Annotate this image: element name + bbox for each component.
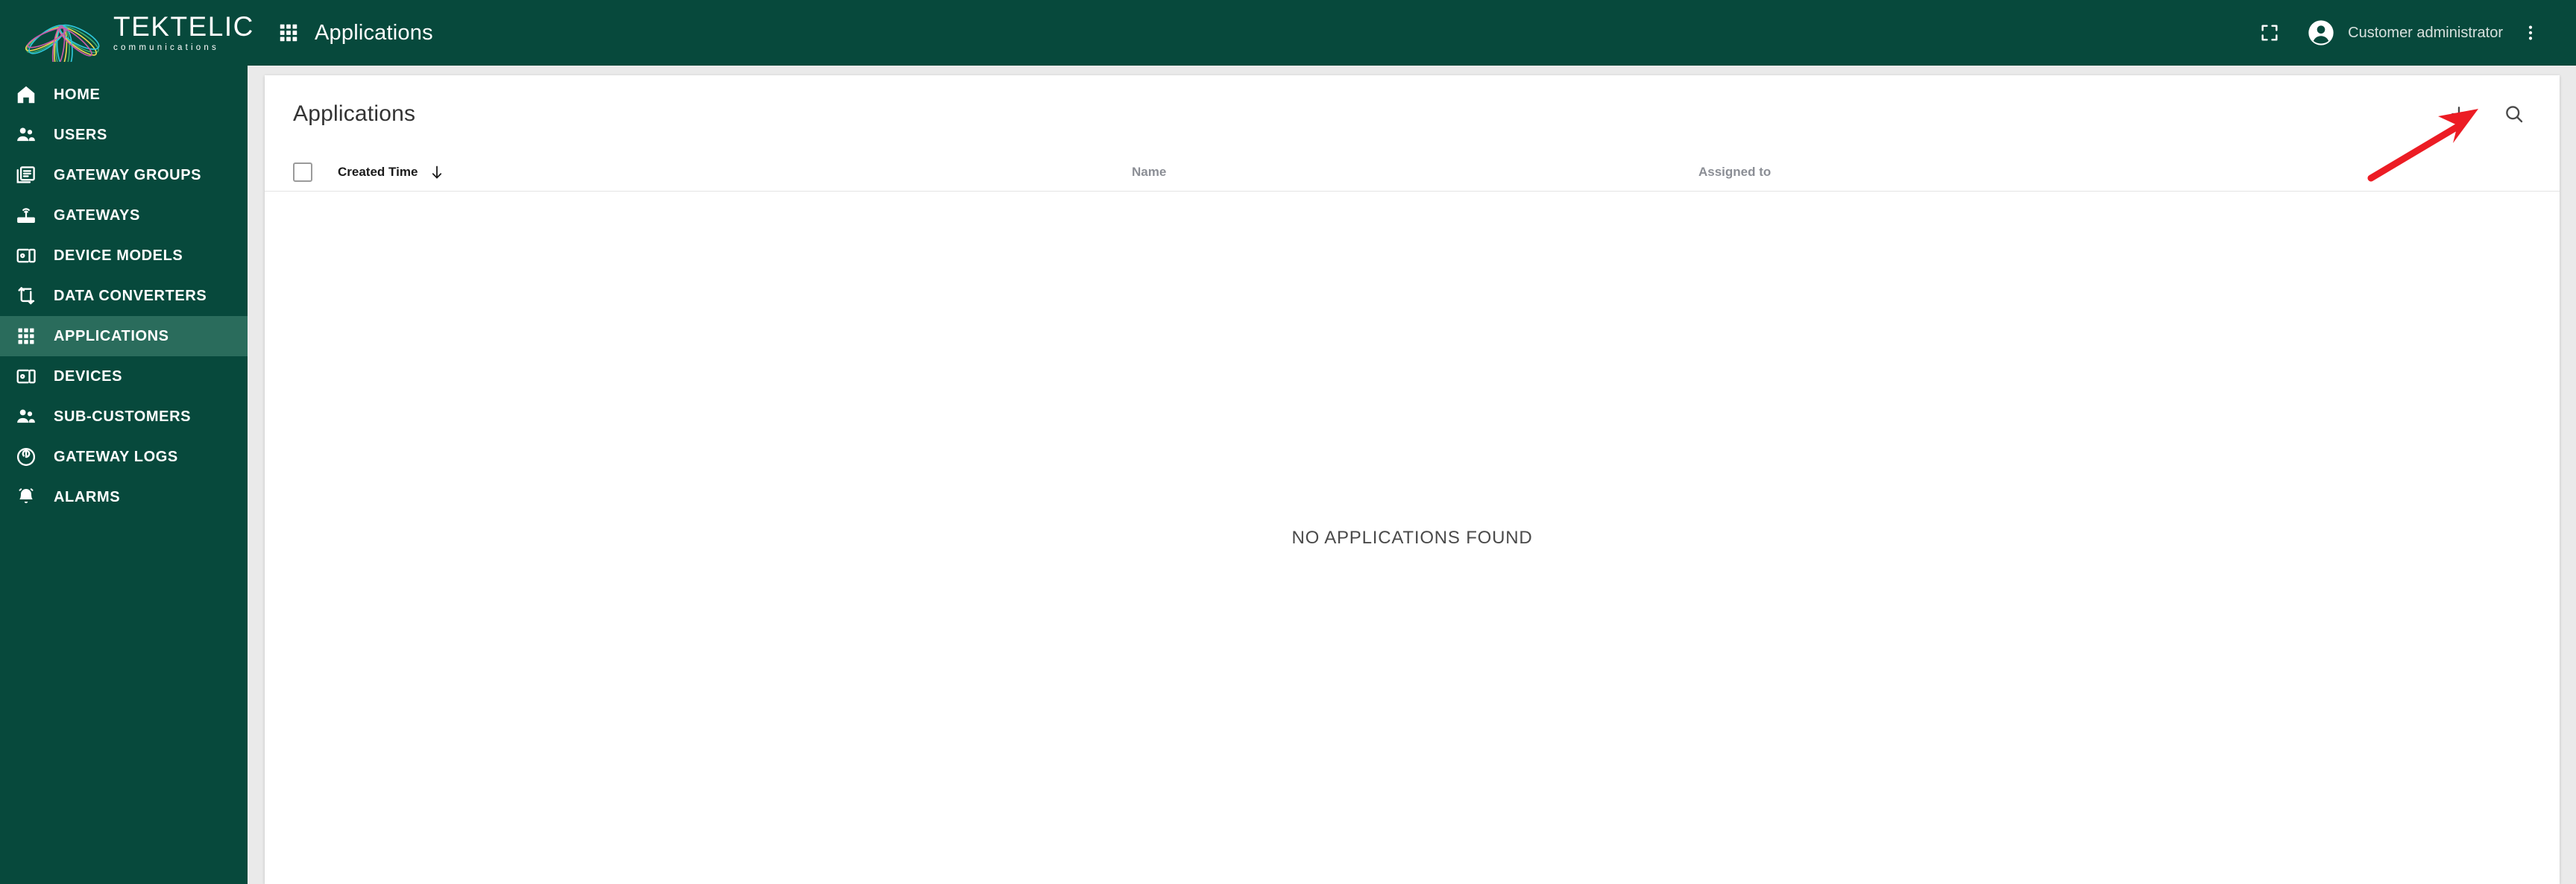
device-model-icon	[13, 243, 39, 268]
user-name: Customer administrator	[2348, 24, 2503, 41]
add-application-button[interactable]	[2442, 97, 2476, 131]
bell-icon	[13, 484, 39, 510]
application-window: TEKTELIC communications HOME USERS GATEW…	[0, 0, 2576, 884]
empty-state: NO APPLICATIONS FOUND	[265, 192, 2560, 884]
plus-icon	[2451, 107, 2466, 121]
column-label: Created Time	[338, 164, 418, 179]
sidebar: TEKTELIC communications HOME USERS GATEW…	[0, 0, 253, 884]
sidebar-item-label: HOME	[54, 86, 101, 103]
column-label: Name	[1132, 164, 1167, 179]
more-vertical-icon	[2528, 25, 2533, 40]
card-title: Applications	[293, 101, 416, 126]
sidebar-item-devices[interactable]: DEVICES	[0, 356, 248, 397]
search-icon	[2506, 106, 2523, 123]
gateway-logs-icon	[13, 444, 39, 470]
fullscreen-button[interactable]	[2246, 10, 2293, 56]
sidebar-item-label: USERS	[54, 126, 107, 143]
tektelic-trefoil-logo	[25, 24, 100, 62]
data-converter-icon	[13, 283, 39, 309]
column-header-assigned-to[interactable]: Assigned to	[1698, 165, 2531, 180]
applications-card: Applications Created Time Name Assigned …	[265, 75, 2560, 884]
select-all-cell	[293, 162, 338, 182]
user-menu[interactable]: Customer administrator	[2293, 18, 2507, 48]
sidebar-item-label: APPLICATIONS	[54, 327, 169, 344]
sidebar-item-label: GATEWAYS	[54, 206, 140, 224]
sidebar-item-gateway-logs[interactable]: GATEWAY LOGS	[0, 437, 248, 477]
brand-name: TEKTELIC	[113, 11, 254, 42]
search-button[interactable]	[2497, 97, 2531, 131]
sidebar-item-home[interactable]: HOME	[0, 75, 248, 115]
column-header-name[interactable]: Name	[1132, 165, 1698, 180]
sidebar-item-device-models[interactable]: DEVICE MODELS	[0, 236, 248, 276]
brand-logo-block[interactable]: TEKTELIC communications	[0, 0, 253, 66]
topbar-actions: Customer administrator	[2246, 10, 2576, 56]
select-all-checkbox[interactable]	[293, 162, 312, 182]
card-actions	[2442, 97, 2531, 131]
account-circle-icon	[2308, 20, 2334, 45]
sidebar-item-label: GATEWAY LOGS	[54, 448, 178, 465]
sidebar-item-label: SUB-CUSTOMERS	[54, 408, 192, 425]
sort-descending-icon	[432, 165, 442, 178]
column-header-created-time[interactable]: Created Time	[338, 163, 1132, 181]
sidebar-item-users[interactable]: USERS	[0, 115, 248, 155]
column-label: Assigned to	[1698, 164, 1772, 179]
page-title: Applications	[315, 20, 433, 45]
sidebar-item-gateways[interactable]: GATEWAYS	[0, 195, 248, 236]
sidebar-item-label: GATEWAY GROUPS	[54, 166, 202, 183]
gateway-groups-icon	[13, 162, 39, 188]
apps-grid-icon	[280, 24, 297, 42]
home-icon	[13, 82, 39, 107]
sidebar-item-label: DEVICES	[54, 367, 123, 385]
sidebar-item-applications[interactable]: APPLICATIONS	[0, 316, 248, 356]
sub-customers-icon	[13, 404, 39, 429]
sidebar-item-gateway-groups[interactable]: GATEWAY GROUPS	[0, 155, 248, 195]
sidebar-nav: HOME USERS GATEWAY GROUPS GATEWAYS DEVIC…	[0, 75, 248, 517]
sidebar-item-data-converters[interactable]: DATA CONVERTERS	[0, 276, 248, 316]
sidebar-item-alarms[interactable]: ALARMS	[0, 477, 248, 517]
users-icon	[13, 122, 39, 148]
sidebar-item-label: DEVICE MODELS	[54, 247, 183, 264]
table-header-row: Created Time Name Assigned to	[265, 153, 2560, 192]
topbar-title-group: Applications	[248, 21, 433, 45]
empty-state-message: NO APPLICATIONS FOUND	[1291, 527, 1533, 548]
router-icon	[13, 203, 39, 228]
card-header: Applications	[265, 75, 2560, 153]
sidebar-item-sub-customers[interactable]: SUB-CUSTOMERS	[0, 397, 248, 437]
apps-grid-icon	[13, 323, 39, 349]
device-icon	[13, 364, 39, 389]
fullscreen-icon	[2261, 25, 2278, 41]
brand-tagline: communications	[113, 43, 219, 53]
sidebar-item-label: DATA CONVERTERS	[54, 287, 207, 304]
top-bar: Applications Customer administrator	[248, 0, 2576, 66]
sidebar-item-label: ALARMS	[54, 488, 121, 505]
more-options-button[interactable]	[2507, 10, 2554, 56]
